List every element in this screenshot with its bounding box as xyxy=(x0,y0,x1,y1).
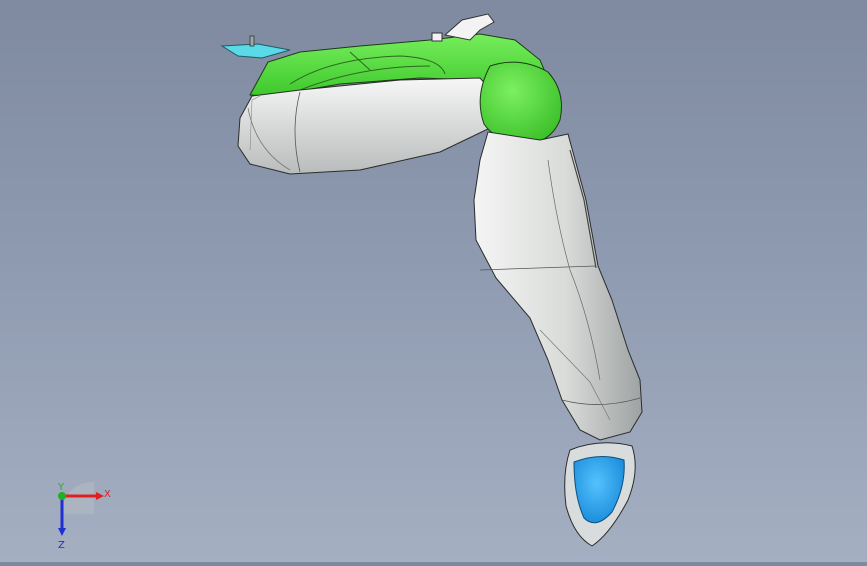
forearm-shell[interactable] xyxy=(473,131,643,441)
x-axis-arrow-icon xyxy=(96,492,104,500)
fingertip[interactable] xyxy=(564,442,636,547)
triad-backplane xyxy=(61,481,94,514)
upper-arm-shell[interactable] xyxy=(237,77,501,175)
y-axis-dot-icon xyxy=(58,492,66,500)
connector-bracket[interactable] xyxy=(220,35,291,59)
x-axis-label: X xyxy=(104,489,111,500)
model-canvas[interactable] xyxy=(0,0,867,562)
z-axis-arrow-icon xyxy=(58,528,66,536)
triad-graphic: X Y Z xyxy=(57,481,111,551)
graphics-viewport[interactable] xyxy=(0,0,867,562)
z-axis-label: Z xyxy=(58,540,65,551)
y-axis-label: Y xyxy=(57,482,65,493)
shoulder-joint[interactable] xyxy=(479,61,562,145)
reference-triad: X Y Z xyxy=(44,481,114,552)
